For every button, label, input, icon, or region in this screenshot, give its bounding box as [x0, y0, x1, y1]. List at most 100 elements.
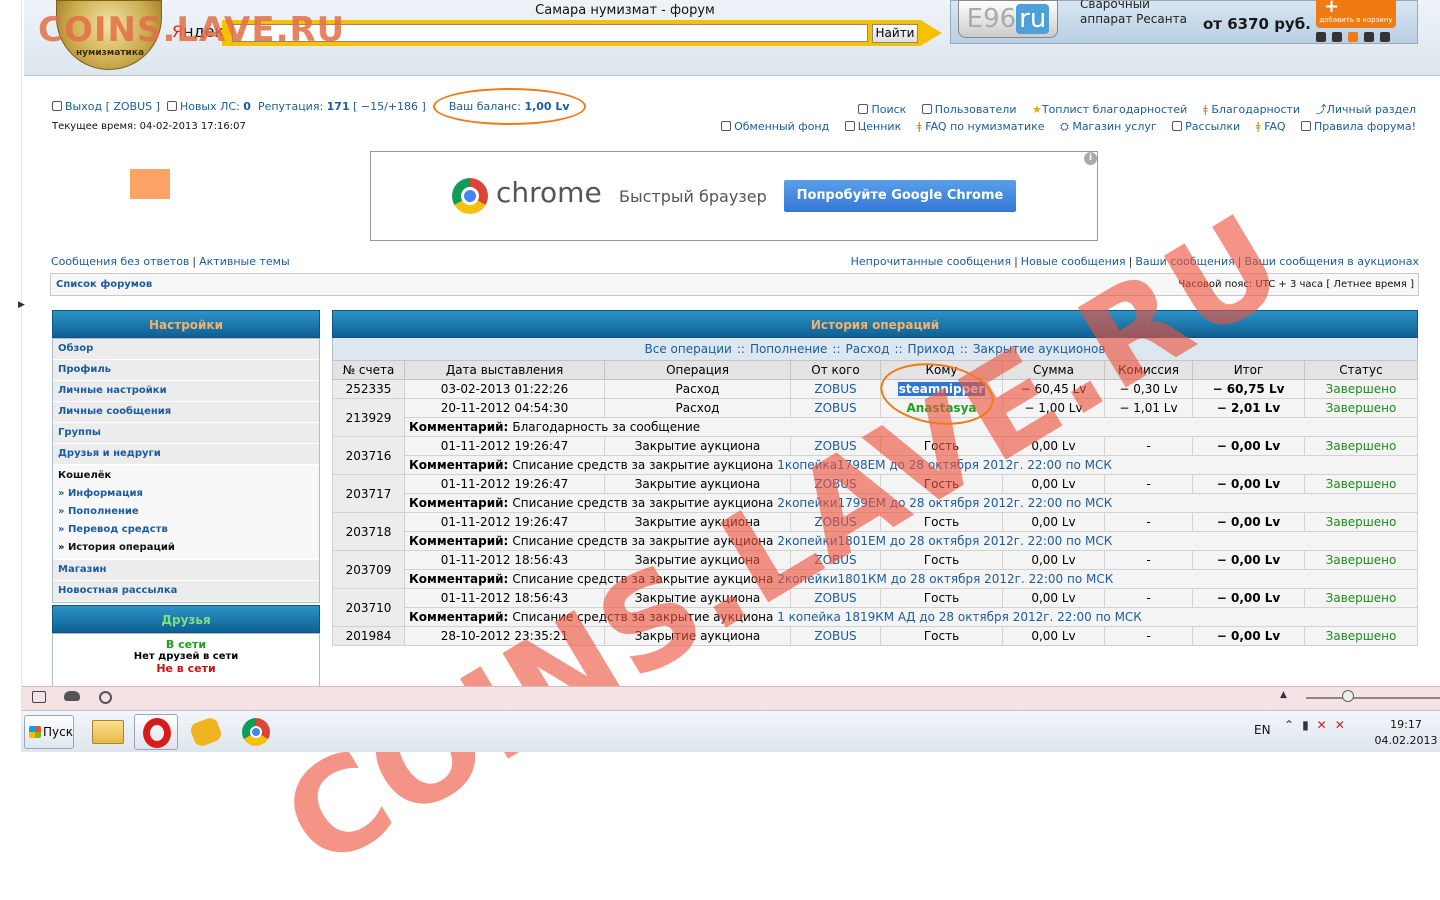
logout-link[interactable]: Выход [ ZOBUS ]: [65, 100, 160, 113]
new-pm-link[interactable]: Новых ЛС: 0: [180, 100, 251, 113]
expand-arrow-icon[interactable]: ▶: [18, 300, 25, 310]
wallet-item-info[interactable]: » Информация: [58, 485, 314, 503]
sidebar-item-personal-settings[interactable]: Личные настройки: [53, 381, 319, 402]
ad-slide-dot-active[interactable]: [1348, 32, 1358, 42]
sidebar-item-shop[interactable]: Магазин: [53, 560, 319, 581]
cell-operation: Закрытие аукциона: [604, 626, 791, 646]
security-alert-icon[interactable]: ✕: [1317, 718, 1335, 732]
your-auction-posts-link[interactable]: Ваши сообщения в аукционах: [1244, 255, 1419, 268]
panel-toggle-icon[interactable]: [32, 691, 46, 703]
cell-from[interactable]: ZOBUS: [790, 512, 881, 532]
ad-info-icon[interactable]: i: [1084, 152, 1097, 165]
active-topics-link[interactable]: Активные темы: [199, 255, 290, 268]
volume-muted-icon[interactable]: ✕: [1335, 718, 1353, 732]
zoom-menu-arrow-icon[interactable]: ▲: [1280, 690, 1287, 700]
search-button[interactable]: Найти: [872, 24, 918, 43]
auction-link[interactable]: 1копейка1798ЕМ до 28 октября 2012г. 22:0…: [777, 458, 1112, 472]
breadcrumb-forum-list[interactable]: Список форумов: [56, 279, 152, 290]
filter-income[interactable]: Приход: [908, 342, 955, 356]
faq-numismatics-link[interactable]: ǂ FAQ по нумизматике: [917, 120, 1045, 133]
taskbar-opera[interactable]: [134, 714, 178, 750]
cell-fee: -: [1104, 436, 1193, 456]
wallet-item-history[interactable]: » История операций: [58, 539, 314, 557]
add-to-cart-button[interactable]: + добавить в корзину: [1316, 0, 1396, 28]
wallet-item-transfer[interactable]: » Перевод средств: [58, 521, 314, 539]
unread-link[interactable]: Непрочитанные сообщения: [851, 255, 1011, 268]
comment-text: Благодарность за сообщение: [512, 420, 701, 434]
wallet-item-topup[interactable]: » Пополнение: [58, 503, 314, 521]
services-shop-link[interactable]: ⛭ Магазин услуг: [1060, 120, 1157, 133]
cell-from[interactable]: ZOBUS: [790, 379, 881, 399]
zoom-slider-knob[interactable]: [1342, 690, 1354, 702]
filter-all[interactable]: Все операции: [645, 342, 732, 356]
thanks-link[interactable]: ǂ Благодарности: [1203, 103, 1300, 116]
cell-from[interactable]: ZOBUS: [790, 588, 881, 608]
cell-date: 01-11-2012 19:26:47: [404, 436, 605, 456]
try-chrome-button[interactable]: Попробуйте Google Chrome: [784, 180, 1016, 212]
forum-rules-link[interactable]: Правила форума!: [1301, 120, 1416, 133]
reputation-detail-link[interactable]: [ −15/+186 ]: [353, 100, 426, 113]
filter-expense[interactable]: Расход: [846, 342, 890, 356]
filter-auction-close[interactable]: Закрытие аукционов: [973, 342, 1106, 356]
cloud-icon[interactable]: [64, 691, 80, 701]
sidebar-title: Настройки: [52, 310, 320, 338]
ad-slide-dot[interactable]: [1332, 32, 1342, 42]
cell-from[interactable]: ZOBUS: [790, 626, 881, 646]
taskbar-explorer[interactable]: [86, 714, 130, 750]
filter-topup[interactable]: Пополнение: [750, 342, 827, 356]
exchange-icon: [721, 121, 732, 131]
tray-expand-icon[interactable]: ⌃: [1284, 718, 1302, 732]
nav-left: Сообщения без ответов | Активные темы: [51, 255, 290, 268]
language-indicator[interactable]: EN: [1254, 723, 1271, 737]
personal-section-label: Личный раздел: [1326, 103, 1416, 116]
sidebar-item-newsletter[interactable]: Новостная рассылка: [53, 581, 319, 602]
faq-icon: ǂ: [916, 120, 922, 133]
comment-label: Комментарий:: [409, 420, 509, 434]
ad-slide-dot[interactable]: [1316, 32, 1326, 42]
thanks-link-label: Благодарности: [1211, 103, 1301, 116]
speed-dial-icon[interactable]: [99, 691, 112, 704]
search-link[interactable]: Поиск: [858, 103, 906, 116]
auction-link[interactable]: 2копейки1801ЕМ до 28 октября 2012г. 22:0…: [777, 534, 1112, 548]
network-icon[interactable]: ▮: [1302, 718, 1317, 732]
zoom-slider-track[interactable]: [1306, 697, 1440, 699]
taskbar-gamepad[interactable]: [184, 714, 228, 750]
unanswered-link[interactable]: Сообщения без ответов: [51, 255, 189, 268]
taskbar-clock[interactable]: 19:17 04.02.2013: [1372, 717, 1440, 749]
sidebar-item-groups[interactable]: Группы: [53, 423, 319, 444]
ad-slide-dot[interactable]: [1364, 32, 1374, 42]
thanks-toplist-link[interactable]: ★Топлист благодарностей: [1032, 103, 1187, 116]
cell-fee: -: [1104, 588, 1193, 608]
cell-sum: 0,00 Lv: [1002, 588, 1105, 608]
auction-link[interactable]: 2копейки1799ЕМ до 28 октября 2012г. 22:0…: [777, 496, 1112, 510]
ad-slide-dot[interactable]: [1380, 32, 1390, 42]
your-posts-link[interactable]: Ваши сообщения: [1135, 255, 1234, 268]
cell-from[interactable]: ZOBUS: [790, 474, 881, 494]
exchange-fund-link[interactable]: Обменный фонд: [721, 120, 829, 133]
start-button[interactable]: Пуск: [24, 715, 74, 749]
cell-operation: Закрытие аукциона: [604, 512, 791, 532]
personal-section-link[interactable]: ⤴Личный раздел: [1316, 103, 1416, 116]
cell-from[interactable]: ZOBUS: [790, 550, 881, 570]
folder-icon: [92, 720, 124, 744]
newsletters-link[interactable]: Рассылки: [1172, 120, 1240, 133]
reputation-value: 171: [326, 100, 350, 113]
taskbar-chrome[interactable]: [234, 714, 278, 750]
cell-status: Завершено: [1304, 474, 1418, 494]
cell-sum: − 60,45 Lv: [1002, 379, 1105, 399]
sidebar-item-friends-foes[interactable]: Друзья и недруги: [53, 444, 319, 465]
sidebar-item-overview[interactable]: Обзор: [53, 339, 319, 360]
cell-from[interactable]: ZOBUS: [790, 436, 881, 456]
cell-from[interactable]: ZOBUS: [790, 398, 881, 418]
auction-link[interactable]: 1 копейка 1819КМ АД до 28 октября 2012г.…: [777, 610, 1142, 624]
sidebar-item-private-messages[interactable]: Личные сообщения: [53, 402, 319, 423]
e96-logo[interactable]: E96 ru: [958, 0, 1058, 38]
operations-body: 252335 03-02-2013 01:22:26 Расход ZOBUS …: [332, 379, 1418, 646]
new-posts-link[interactable]: Новые сообщения: [1021, 255, 1126, 268]
auction-link[interactable]: 2копейки1801КМ до 28 октября 2012г. 22:0…: [777, 572, 1113, 586]
faq-link[interactable]: ǂ FAQ: [1256, 120, 1286, 133]
sidebar-item-profile[interactable]: Профиль: [53, 360, 319, 381]
clock-time: 19:17: [1390, 718, 1422, 731]
users-link[interactable]: Пользователи: [921, 103, 1016, 116]
price-list-link[interactable]: Ценник: [844, 120, 901, 133]
